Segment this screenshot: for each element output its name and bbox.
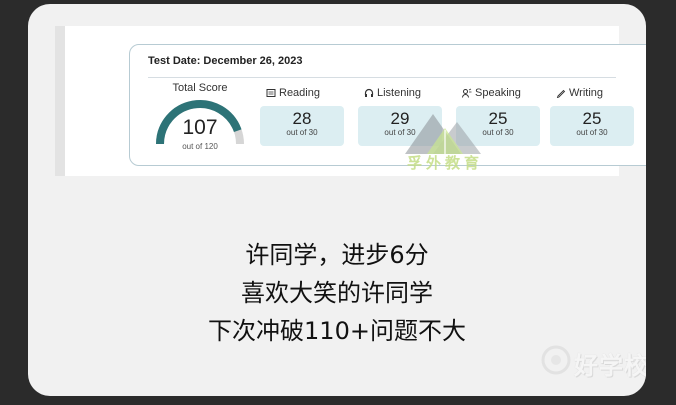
total-score-max: out of 120 [182,142,218,151]
site-logo-icon [541,345,571,375]
section-name: Speaking [475,87,521,99]
book-icon [266,89,276,97]
post-caption: 许同学，进步6分 喜欢大笑的许同学 下次冲破110+问题不大 [28,236,646,350]
section-score: 25 [582,109,602,128]
section-name: Reading [279,87,320,99]
section-name: Writing [569,87,604,99]
site-watermark: 好学校 [540,340,646,396]
caption-line-1: 许同学，进步6分 [245,241,429,269]
post-card: Test Date: December 26, 2023 Total Score… [28,4,646,396]
watermark-text: 孚外教育 [406,155,483,172]
total-score: Total Score 107 out of 120 [152,82,248,162]
section-max: out of 30 [286,128,318,137]
caption-line-2: 喜欢大笑的许同学 [241,279,433,307]
section-score: 28 [292,109,312,128]
speaking-icon [462,88,472,98]
site-watermark-name: 好学校 [574,353,646,380]
test-date: Test Date: December 26, 2023 [148,55,303,67]
section-max: out of 30 [576,128,608,137]
panel-divider [148,77,616,78]
screenshot-left-edge [55,26,65,176]
headphones-icon [364,88,374,97]
section-score-box: 25 out of 30 [550,106,634,146]
brand-watermark: 孚外教育 [385,108,505,178]
mountain-logo-icon [405,114,481,154]
pencil-icon [556,89,566,98]
section-reading: Reading 28 out of 30 [260,86,344,166]
total-score-label: Total Score [172,82,228,94]
total-score-value: 107 [182,116,218,139]
section-writing: Writing 25 out of 30 [550,86,634,166]
score-report-screenshot: Test Date: December 26, 2023 Total Score… [55,26,646,178]
section-score-box: 28 out of 30 [260,106,344,146]
section-name: Listening [377,87,422,99]
